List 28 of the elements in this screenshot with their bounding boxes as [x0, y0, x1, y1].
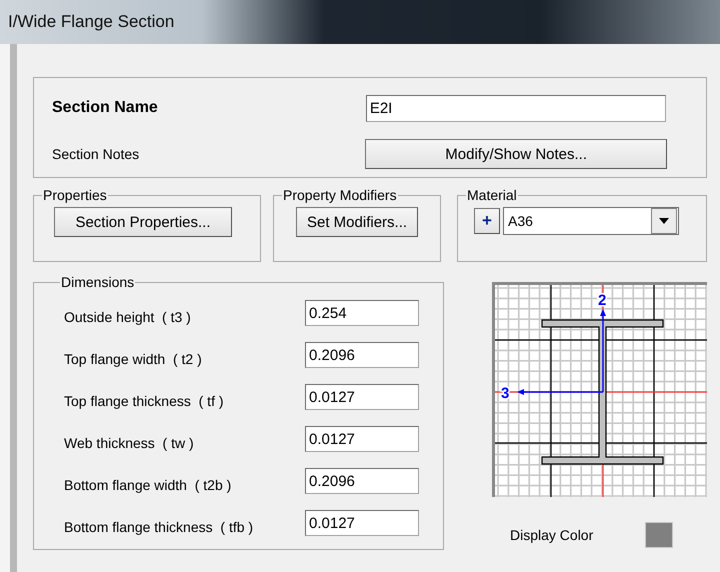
group-title: Property Modifiers — [282, 187, 398, 203]
group-title: Dimensions — [60, 274, 136, 290]
dimension-field[interactable]: 0.0127 — [305, 384, 419, 410]
group-title: Properties — [42, 187, 108, 203]
dimension-field[interactable]: 0.254 — [305, 300, 419, 326]
dimension-label: Top flange width ( t2 ) — [64, 351, 202, 367]
dimension-label: Bottom flange width ( t2b ) — [64, 477, 232, 493]
section-name-label: Section Name — [52, 99, 158, 117]
dimension-field[interactable]: 0.0127 — [305, 426, 419, 452]
material-dropdown[interactable]: A36 — [503, 207, 679, 235]
color-swatch[interactable] — [645, 522, 674, 548]
group-title: Material — [466, 187, 518, 203]
caret-icon — [659, 218, 669, 224]
section-notes-label: Section Notes — [52, 146, 140, 162]
dimension-field[interactable]: 0.2096 — [305, 342, 419, 368]
dimension-label: Top flange thickness ( tf ) — [64, 393, 224, 409]
window-title: I/Wide Flange Section — [8, 12, 174, 32]
modify-notes-button[interactable]: Modify/Show Notes... — [365, 139, 668, 169]
add-material-button[interactable]: + — [474, 208, 500, 234]
dimension-label: Bottom flange thickness ( tfb ) — [64, 519, 254, 535]
dimension-label: Web thickness ( tw ) — [64, 435, 194, 451]
dimension-label: Outside height ( t3 ) — [64, 309, 191, 325]
section-name-field[interactable]: E2I — [366, 94, 666, 122]
section-properties-button[interactable]: Section Properties... — [54, 207, 232, 237]
set-modifiers-button[interactable]: Set Modifiers... — [296, 207, 418, 237]
display-color-label: Display Color — [510, 527, 594, 543]
dimension-field[interactable]: 0.2096 — [305, 468, 419, 494]
dimension-field[interactable]: 0.0127 — [305, 510, 419, 536]
